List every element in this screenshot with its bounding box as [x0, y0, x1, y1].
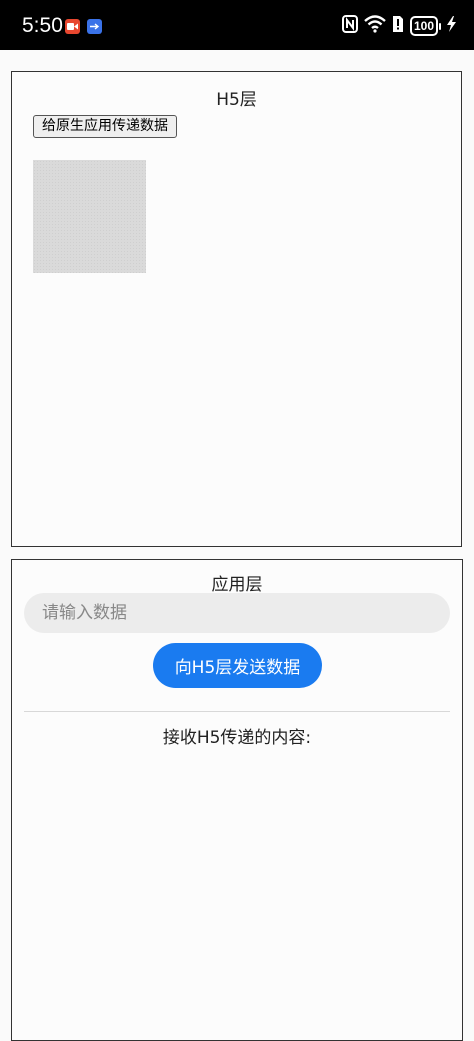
data-input[interactable] — [24, 593, 450, 633]
h5-layer-panel: H5层 给原生应用传递数据 — [11, 71, 462, 547]
sim-alert-icon — [392, 15, 404, 37]
status-time: 5:50 — [22, 14, 63, 37]
receive-label: 接收H5传递的内容: — [162, 728, 312, 748]
battery-icon: 100 — [409, 16, 441, 36]
send-to-h5-button[interactable]: 向H5层发送数据 — [153, 643, 322, 688]
charging-icon — [447, 16, 456, 36]
status-bar: 5:50 100 — [0, 0, 474, 50]
wifi-icon — [364, 15, 386, 37]
divider — [24, 711, 450, 712]
h5-layer-title: H5层 — [216, 90, 257, 110]
nfc-icon — [341, 15, 358, 37]
screen-record-icon — [65, 19, 80, 34]
send-to-native-button[interactable]: 给原生应用传递数据 — [33, 115, 177, 138]
usb-icon — [87, 19, 102, 34]
image-placeholder — [33, 160, 146, 273]
app-layer-title: 应用层 — [211, 575, 263, 595]
battery-level: 100 — [409, 16, 438, 36]
app-layer-panel: 应用层 向H5层发送数据 接收H5传递的内容: — [11, 559, 463, 1041]
